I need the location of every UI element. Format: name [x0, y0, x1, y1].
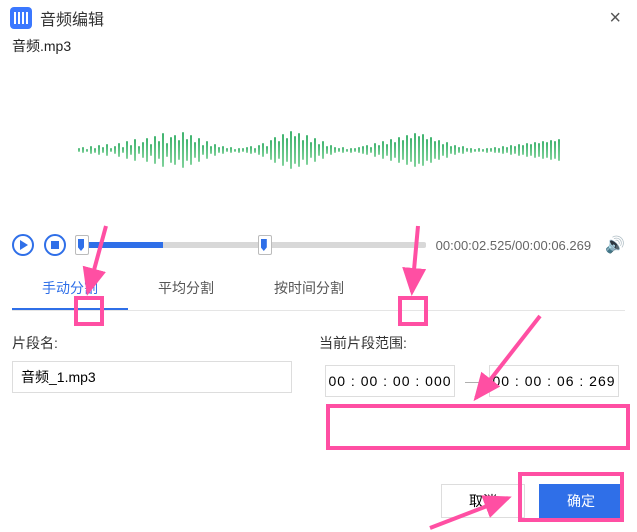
range-end-handle[interactable] [258, 235, 272, 255]
range-end-input[interactable] [489, 365, 619, 397]
range-dash: — [465, 373, 479, 389]
time-display: 00:00:02.525/00:00:06.269 [436, 238, 591, 253]
segment-form: 片段名: 当前片段范围: — [12, 333, 625, 401]
title-bar: 音频编辑 × [0, 0, 637, 34]
close-icon[interactable]: × [603, 7, 627, 30]
dialog-footer: 取消 确定 [441, 484, 623, 518]
player-controls: 00:00:02.525/00:00:06.269 🔊 [0, 228, 637, 258]
ok-button[interactable]: 确定 [539, 484, 623, 518]
total-time: 00:00:06.269 [515, 238, 591, 253]
play-button[interactable] [12, 234, 34, 256]
filename-label: 音频.mp3 [0, 34, 637, 56]
tabs: 手动分割 平均分割 按时间分割 [12, 268, 625, 311]
range-start-input[interactable] [325, 365, 455, 397]
app-icon [10, 7, 32, 29]
volume-icon[interactable]: 🔊 [605, 235, 625, 255]
progress-track[interactable] [76, 242, 426, 248]
segment-range-box: — [319, 361, 625, 401]
current-time: 00:00:02.525 [436, 238, 512, 253]
waveform-area [12, 80, 625, 220]
segment-name-label: 片段名: [12, 333, 292, 353]
annotation-box-range [326, 404, 630, 450]
cancel-button[interactable]: 取消 [441, 484, 525, 518]
tab-time-split[interactable]: 按时间分割 [244, 268, 374, 310]
segment-name-input[interactable] [12, 361, 292, 393]
progress-fill [76, 242, 163, 248]
tab-average-split[interactable]: 平均分割 [128, 268, 244, 310]
window-title: 音频编辑 [40, 6, 104, 30]
waveform [52, 120, 585, 180]
tab-manual-split[interactable]: 手动分割 [12, 268, 128, 310]
segment-range-label: 当前片段范围: [319, 333, 625, 353]
range-start-handle[interactable] [75, 235, 89, 255]
stop-button[interactable] [44, 234, 66, 256]
